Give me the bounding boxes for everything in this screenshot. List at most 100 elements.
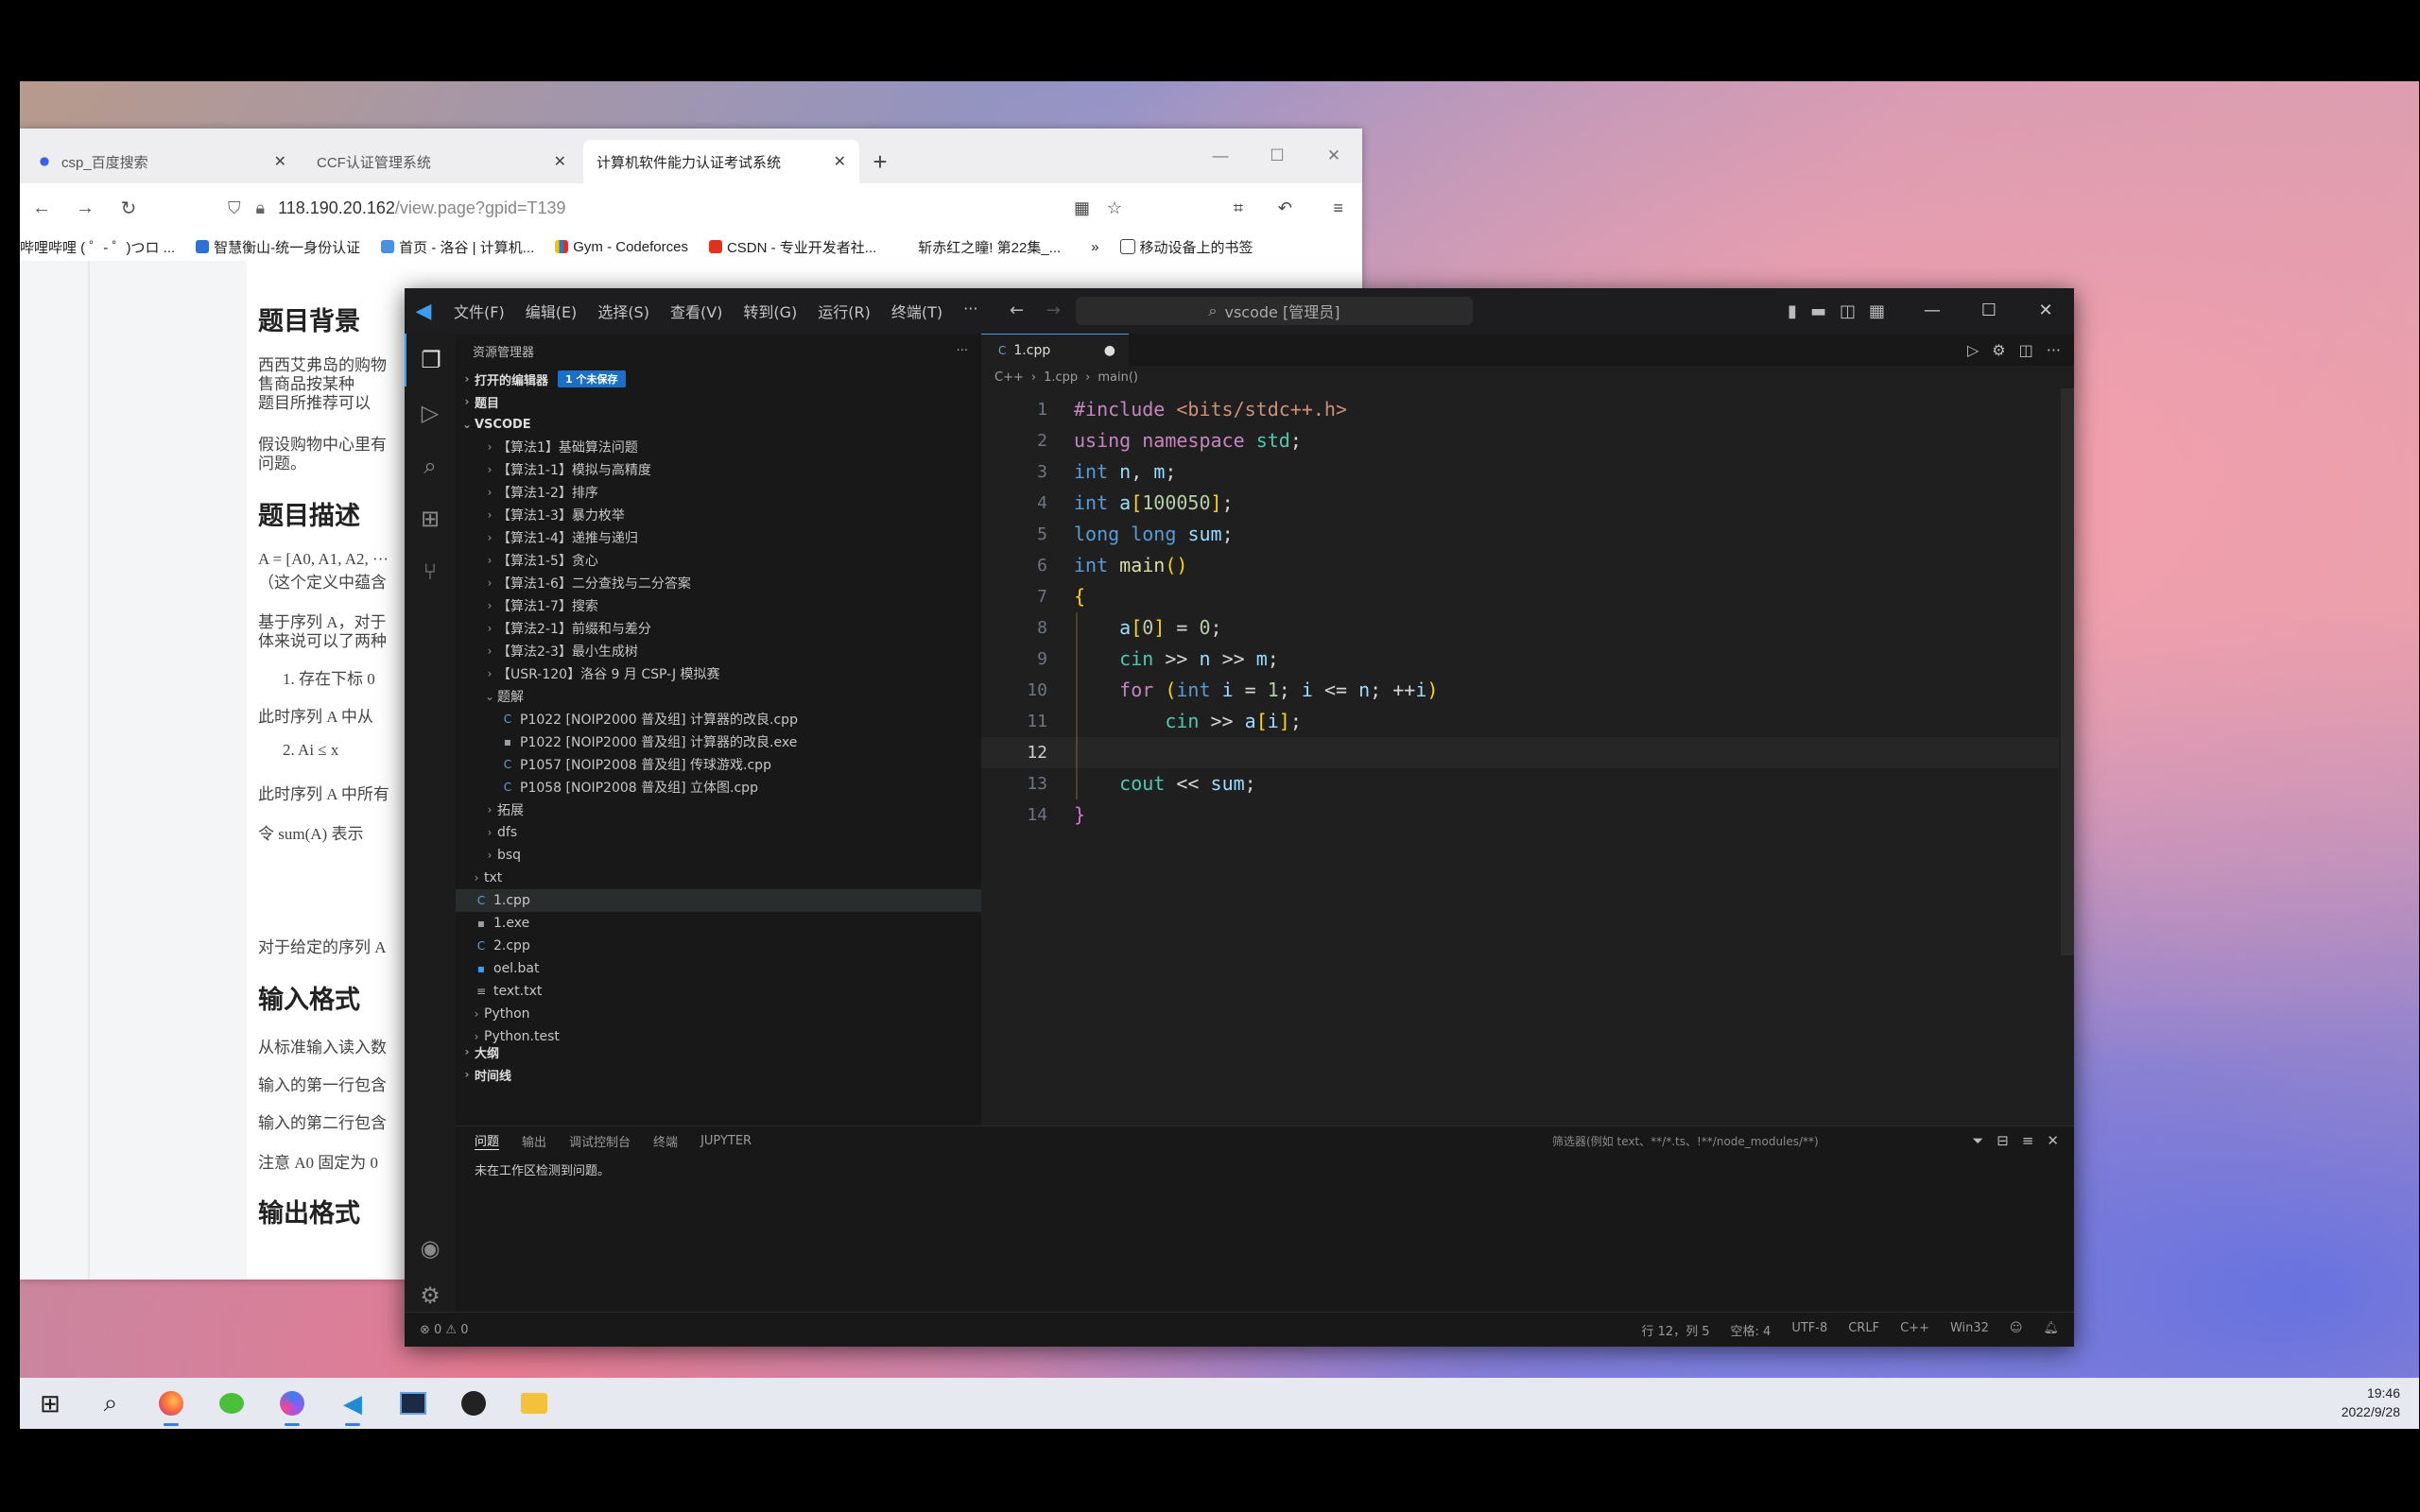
notifications-icon[interactable]: 🔔︎ xyxy=(2043,1321,2059,1339)
debug-icon[interactable]: ⚙ xyxy=(1992,341,2005,359)
tree-folder[interactable]: › dfs xyxy=(456,821,981,844)
app-icon[interactable] xyxy=(443,1378,504,1429)
section-outline-top[interactable]: › 题目 xyxy=(456,390,981,413)
unsaved-dot-icon[interactable]: ● xyxy=(1104,343,1115,358)
close-icon[interactable]: ✕ xyxy=(2017,288,2074,334)
language-mode[interactable]: C++ xyxy=(1900,1321,1929,1339)
section-outline[interactable]: › 大纲 xyxy=(456,1040,981,1063)
qr-icon[interactable]: ▦ xyxy=(1074,198,1090,218)
minimize-icon[interactable]: — xyxy=(1904,288,1961,334)
customize-layout-icon[interactable]: ▦ xyxy=(1869,301,1885,321)
tree-folder[interactable]: › 【算法1-3】暴力枚举 xyxy=(456,504,981,526)
command-center-search[interactable]: ⌕ vscode [管理员] xyxy=(1076,297,1473,325)
toggle-sidebar-icon[interactable]: ▮ xyxy=(1788,301,1797,321)
tree-file[interactable]: C 2.cpp xyxy=(456,935,981,957)
tree-folder[interactable]: › 【算法1-5】贪心 xyxy=(456,549,981,572)
menu-edit[interactable]: 编辑(E) xyxy=(526,300,578,322)
breadcrumb-item[interactable]: main() xyxy=(1098,370,1138,385)
code-line[interactable]: 12 xyxy=(981,737,2059,768)
explorer-icon[interactable]: ❐ xyxy=(405,334,456,387)
tree-folder[interactable]: › 【算法1-4】递推与递归 xyxy=(456,526,981,549)
run-code-icon[interactable]: ▷ xyxy=(1967,341,1979,359)
panel-tab-problems[interactable]: 问题 xyxy=(475,1131,500,1150)
mobile-bookmarks[interactable]: 移动设备上的书签 xyxy=(1119,237,1253,257)
bookmark-item[interactable]: CSDN - 专业开发者社... xyxy=(708,237,876,257)
source-control-icon[interactable]: ⑂ xyxy=(405,545,456,598)
minimize-icon[interactable]: — xyxy=(1192,129,1249,183)
new-tab-button[interactable]: + xyxy=(859,140,901,183)
close-icon[interactable]: ✕ xyxy=(1305,129,1362,183)
code-line[interactable]: 11 cin >> a[i]; xyxy=(981,706,2059,737)
indentation-status[interactable]: 空格: 4 xyxy=(1731,1321,1772,1339)
windows-start-icon[interactable]: ⊞ xyxy=(20,1378,80,1429)
forward-arrow-icon[interactable]: → xyxy=(1046,301,1061,320)
tree-folder[interactable]: › 【算法1-7】搜索 xyxy=(456,594,981,617)
eol-status[interactable]: CRLF xyxy=(1848,1321,1879,1339)
terminal-icon[interactable] xyxy=(383,1378,443,1429)
reload-icon[interactable]: ↻ xyxy=(107,197,150,220)
code-line[interactable]: 2 using namespace std; xyxy=(981,425,2059,456)
forward-arrow-icon[interactable]: → xyxy=(63,198,107,219)
section-open-editors[interactable]: › 打开的编辑器 1 个未保存 xyxy=(456,368,981,390)
tree-folder[interactable]: › 【USR-120】洛谷 9 月 CSP-J 模拟赛 xyxy=(456,662,981,685)
encoding-status[interactable]: UTF-8 xyxy=(1791,1321,1827,1339)
menu-run[interactable]: 运行(R) xyxy=(818,300,871,322)
code-line[interactable]: 14} xyxy=(981,799,2059,831)
bookmark-item[interactable]: Gym - Codeforces xyxy=(555,239,688,255)
cursor-position[interactable]: 行 12，列 5 xyxy=(1641,1321,1709,1339)
tree-folder[interactable]: › bsq xyxy=(456,844,981,867)
tree-file[interactable]: C 1.cpp xyxy=(456,889,981,912)
tree-folder[interactable]: › 【算法1-1】模拟与高精度 xyxy=(456,458,981,481)
account-icon[interactable]: ◉ xyxy=(405,1222,456,1275)
screenshot-icon[interactable]: ⌗ xyxy=(1234,198,1243,218)
bookmarks-overflow-icon[interactable]: » xyxy=(1091,239,1098,255)
bookmark-item[interactable]: 智慧衡山-统一身份认证 xyxy=(196,237,360,257)
tree-folder[interactable]: › 【算法1-6】二分查找与二分答案 xyxy=(456,572,981,594)
tree-file[interactable]: ▪ 1.exe xyxy=(456,912,981,935)
run-debug-icon[interactable]: ▷ xyxy=(405,387,456,439)
section-workspace[interactable]: ⌄ VSCODE xyxy=(456,413,981,436)
browser-tab-ccf[interactable]: CCF认证管理系统 ✕ xyxy=(303,140,579,183)
address-bar[interactable]: ⛉ 🔒︎ 118.190.20.162/view.page?gpid=T139 xyxy=(228,191,1126,225)
browser-tab-baidu[interactable]: csp_百度搜索 ✕ xyxy=(24,140,300,183)
bookmark-item[interactable]: 哔哩哔哩 ( ゜- ゜)つロ ... xyxy=(20,237,175,257)
menu-go[interactable]: 转到(G) xyxy=(743,300,797,322)
breadcrumb-item[interactable]: 1.cpp xyxy=(1044,370,1078,385)
menu-view[interactable]: 查看(V) xyxy=(670,300,722,322)
view-as-list-icon[interactable]: ≡ xyxy=(2022,1132,2034,1149)
editor-scrollbar[interactable] xyxy=(2061,388,2074,955)
bookmark-item[interactable]: 首页 - 洛谷 | 计算机... xyxy=(381,237,534,257)
vscode-icon[interactable]: ◀ xyxy=(322,1378,383,1429)
tree-file[interactable]: C P1057 [NOIP2008 普及组] 传球游戏.cpp xyxy=(456,753,981,776)
menu-icon[interactable]: ≡ xyxy=(1333,198,1343,218)
maximize-icon[interactable]: ☐ xyxy=(1249,129,1305,183)
panel-tab-jupyter[interactable]: JUPYTER xyxy=(700,1134,752,1148)
bookmark-star-icon[interactable]: ☆ xyxy=(1107,198,1122,218)
toggle-secondary-sidebar-icon[interactable]: ◫ xyxy=(1840,301,1856,321)
tree-file[interactable]: C P1022 [NOIP2000 普及组] 计算器的改良.cpp xyxy=(456,708,981,730)
code-line[interactable]: 1 #include <bits/stdc++.h> xyxy=(981,394,2059,425)
platform-status[interactable]: Win32 xyxy=(1950,1321,1989,1339)
problems-filter-input[interactable]: 筛选器(例如 text、**/*.ts、!**/node_modules/**) xyxy=(1552,1130,1930,1151)
code-line[interactable]: 8 a[0] = 0; xyxy=(981,612,2059,644)
editor-tab-1cpp[interactable]: C 1.cpp ● xyxy=(981,334,1129,366)
undo-icon[interactable]: ↶ xyxy=(1278,198,1292,218)
code-line[interactable]: 7{ xyxy=(981,581,2059,612)
tree-file[interactable]: ▪ P1022 [NOIP2000 普及组] 计算器的改良.exe xyxy=(456,730,981,753)
tree-folder[interactable]: › 【算法1】基础算法问题 xyxy=(456,436,981,458)
maximize-icon[interactable]: ☐ xyxy=(1961,288,2017,334)
code-line[interactable]: 3 int n, m; xyxy=(981,456,2059,488)
bookmark-item[interactable]: 斩赤红之瞳! 第22集_... xyxy=(918,237,1061,257)
code-line[interactable]: 10 for (int i = 1; i <= n; ++i) xyxy=(981,675,2059,706)
tree-folder[interactable]: ⌄ 题解 xyxy=(456,685,981,708)
extensions-icon[interactable]: ⊞ xyxy=(405,492,456,545)
search-icon[interactable]: ⌕ xyxy=(405,439,456,492)
section-timeline[interactable]: › 时间线 xyxy=(456,1063,981,1086)
menu-more[interactable]: ··· xyxy=(963,300,977,322)
code-line[interactable]: 5 long long sum; xyxy=(981,519,2059,550)
tree-folder[interactable]: › 【算法2-3】最小生成树 xyxy=(456,640,981,662)
filter-icon[interactable]: ⏷ xyxy=(1972,1132,1983,1149)
menu-terminal[interactable]: 终端(T) xyxy=(891,300,942,322)
code-line[interactable]: 13 cout << sum; xyxy=(981,768,2059,799)
more-actions-icon[interactable]: ··· xyxy=(957,344,968,358)
